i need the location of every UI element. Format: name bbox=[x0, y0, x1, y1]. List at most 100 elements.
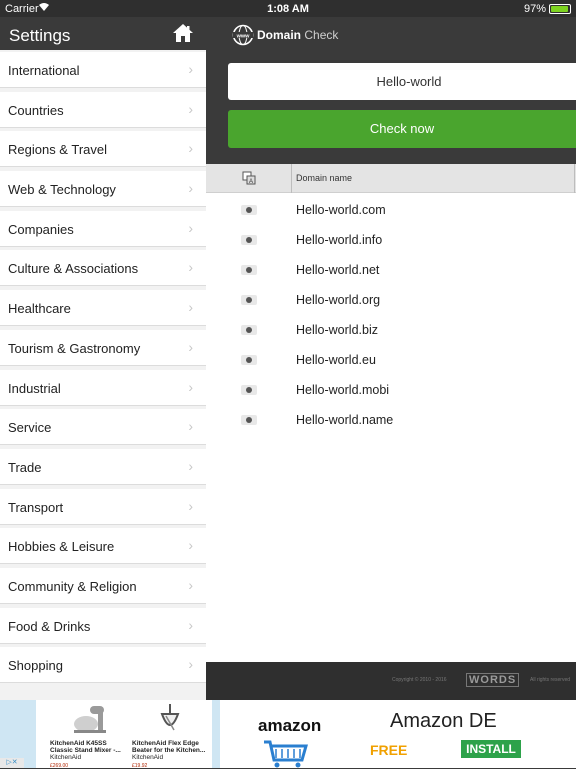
sidebar-item[interactable]: Trade › bbox=[0, 448, 206, 485]
result-domain-name: Hello-world.info bbox=[296, 233, 383, 247]
sidebar-item[interactable]: Regions & Travel › bbox=[0, 131, 206, 168]
sidebar-title: Settings bbox=[9, 26, 71, 45]
result-domain-name: Hello-world.com bbox=[296, 203, 386, 217]
result-domain-name: Hello-world.mobi bbox=[296, 383, 390, 397]
domain-search-field[interactable] bbox=[228, 63, 576, 100]
sidebar-item-label: Community & Religion bbox=[8, 578, 137, 594]
sidebar-item-label: Tourism & Gastronomy bbox=[8, 340, 141, 356]
sidebar-item[interactable]: Healthcare › bbox=[0, 290, 206, 327]
sidebar-item[interactable]: Industrial › bbox=[0, 369, 206, 406]
svg-text:www: www bbox=[236, 33, 251, 39]
footer-rights: All rights reserved bbox=[530, 677, 571, 683]
globe-status-icon bbox=[241, 205, 257, 215]
ad-product-text: KitchenAid Flex Edge Beater for the Kitc… bbox=[132, 740, 206, 761]
sidebar-item-label: Countries bbox=[8, 102, 64, 118]
globe-status-icon bbox=[241, 325, 257, 335]
result-row[interactable]: Hello-world.name bbox=[206, 405, 576, 435]
battery-icon bbox=[549, 4, 571, 14]
chevron-right-icon: › bbox=[188, 61, 193, 77]
sidebar-item-label: Shopping bbox=[8, 658, 63, 674]
check-now-button[interactable]: Check now bbox=[228, 110, 576, 148]
sidebar-item-label: Healthcare bbox=[8, 301, 71, 317]
svg-text:A: A bbox=[249, 179, 253, 185]
result-row[interactable]: Hello-world.mobi bbox=[206, 375, 576, 405]
chevron-right-icon: › bbox=[188, 299, 193, 316]
sidebar-item[interactable]: Food & Drinks › bbox=[0, 607, 206, 644]
sidebar-item-label: Culture & Associations bbox=[8, 261, 139, 277]
sidebar-item-label: Industrial bbox=[8, 380, 61, 396]
sidebar-item-label: Transport bbox=[8, 499, 64, 515]
sidebar-item[interactable]: International › bbox=[0, 52, 206, 88]
result-row[interactable]: Hello-world.eu bbox=[206, 345, 576, 375]
domain-search-input[interactable] bbox=[228, 63, 576, 100]
app-brand: Domain Check bbox=[257, 28, 339, 42]
result-domain-name: Hello-world.eu bbox=[296, 353, 376, 367]
result-domain-name: Hello-world.name bbox=[296, 413, 394, 427]
ad-app-title: Amazon DE bbox=[390, 710, 497, 732]
sidebar-item-label: Service bbox=[8, 420, 52, 436]
sidebar-item-label: Trade bbox=[8, 459, 42, 475]
result-row[interactable]: Hello-world.info bbox=[206, 225, 576, 255]
chevron-right-icon: › bbox=[188, 616, 193, 633]
home-icon[interactable] bbox=[172, 23, 194, 43]
sidebar-item[interactable]: Companies › bbox=[0, 210, 206, 247]
sidebar-item-label: International bbox=[8, 63, 80, 78]
status-bar: Carrier 1:08 AM 97% bbox=[0, 0, 576, 17]
amazon-app-icon[interactable]: amazon bbox=[248, 704, 321, 768]
shopping-cart-icon bbox=[264, 740, 308, 768]
sidebar-item[interactable]: Hobbies & Leisure › bbox=[0, 528, 206, 565]
ad-install-button[interactable]: INSTALL bbox=[461, 740, 521, 758]
results-header: A Domain name bbox=[206, 164, 576, 193]
sidebar-item[interactable]: Culture & Associations › bbox=[0, 250, 206, 287]
chevron-right-icon: › bbox=[188, 457, 193, 474]
chevron-right-icon: › bbox=[188, 497, 193, 514]
adchoices-icon[interactable]: ▷✕ bbox=[0, 758, 24, 768]
result-row[interactable]: Hello-world.org bbox=[206, 285, 576, 315]
translate-icon: A bbox=[242, 171, 256, 185]
settings-sidebar: Settings International › Countries › Regions… bbox=[0, 17, 206, 700]
ad-product[interactable]: KitchenAid Flex Edge Beater for the Kitc… bbox=[130, 702, 212, 769]
beater-image bbox=[160, 704, 180, 731]
column-sort-icon-header[interactable]: A bbox=[206, 164, 292, 193]
domain-check-panel: www Domain Check Check now A Domain name… bbox=[206, 17, 576, 700]
sidebar-item-label: Regions & Travel bbox=[8, 142, 107, 158]
sidebar-item-label: Food & Drinks bbox=[8, 618, 91, 634]
result-domain-name: Hello-world.net bbox=[296, 263, 380, 277]
sidebar-item[interactable]: Community & Religion › bbox=[0, 567, 206, 604]
sidebar-item-label: Companies bbox=[8, 221, 74, 237]
chevron-right-icon: › bbox=[188, 100, 193, 117]
sidebar-item[interactable]: Tourism & Gastronomy › bbox=[0, 329, 206, 366]
footer-copyright: Copyright © 2010 - 2016 bbox=[392, 677, 447, 683]
battery-percent: 97% bbox=[523, 3, 546, 15]
chevron-right-icon: › bbox=[188, 378, 193, 395]
chevron-right-icon: › bbox=[188, 576, 193, 593]
sidebar-item[interactable]: Transport › bbox=[0, 488, 206, 525]
sidebar-item[interactable]: Shopping › bbox=[0, 647, 206, 684]
globe-status-icon bbox=[241, 235, 257, 245]
ad-banner[interactable]: KitchenAid K45SS Classic Stand Mixer -..… bbox=[0, 700, 576, 769]
chevron-right-icon: › bbox=[188, 180, 193, 197]
chevron-right-icon: › bbox=[188, 656, 193, 673]
result-row[interactable]: Hello-world.net bbox=[206, 255, 576, 285]
globe-status-icon bbox=[241, 385, 257, 395]
results-table: A Domain name Hello-world.com Hello-world… bbox=[206, 164, 576, 662]
globe-status-icon bbox=[241, 295, 257, 305]
globe-status-icon bbox=[241, 415, 257, 425]
sidebar-item[interactable]: Web & Technology › bbox=[0, 171, 206, 208]
chevron-right-icon: › bbox=[188, 259, 193, 276]
ad-product[interactable]: KitchenAid K45SS Classic Stand Mixer -..… bbox=[48, 702, 130, 769]
sidebar-item[interactable]: Countries › bbox=[0, 91, 206, 128]
ad-product-price: £19.92 bbox=[132, 763, 148, 769]
result-row[interactable]: Hello-world.biz bbox=[206, 315, 576, 345]
sidebar-header: Settings bbox=[0, 17, 206, 50]
chevron-right-icon: › bbox=[188, 219, 193, 236]
column-domain-name[interactable]: Domain name bbox=[296, 173, 352, 183]
globe-status-icon bbox=[241, 265, 257, 275]
clock: 1:08 AM bbox=[267, 3, 309, 15]
chevron-right-icon: › bbox=[188, 338, 193, 355]
category-list: International › Countries › Regions & Travel… bbox=[0, 52, 206, 687]
sidebar-item[interactable]: Service › bbox=[0, 409, 206, 446]
ad-product-price: £269.00 bbox=[50, 763, 69, 769]
result-row[interactable]: Hello-world.com bbox=[206, 195, 576, 225]
sidebar-item-label: Web & Technology bbox=[8, 182, 116, 198]
